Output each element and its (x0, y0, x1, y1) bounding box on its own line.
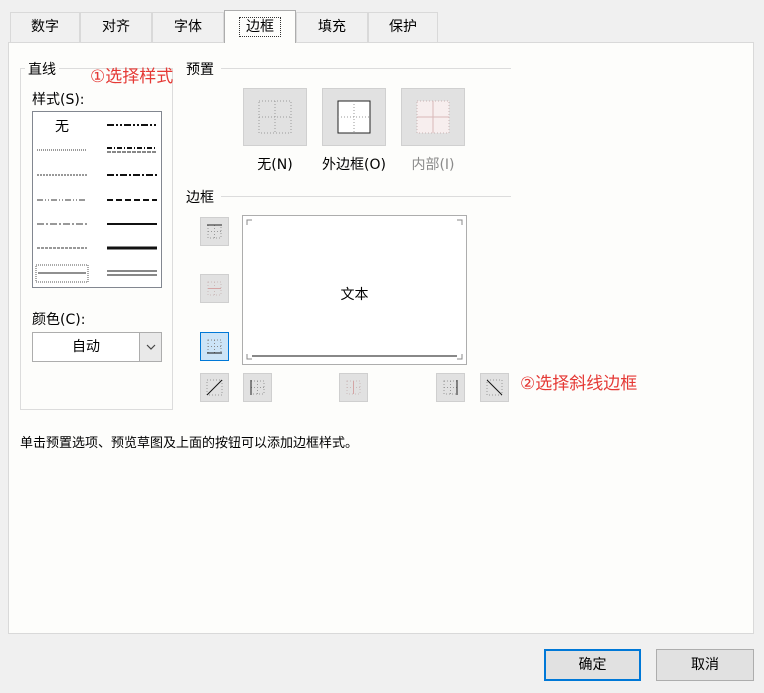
tab-border-label: 边框 (239, 17, 281, 37)
line-style-list[interactable]: 无 (32, 111, 162, 288)
annotation-select-diagonal: ②选择斜线边框 (520, 374, 638, 394)
tab-protection[interactable]: 保护 (368, 12, 438, 42)
border-inside-vertical-button (339, 373, 368, 402)
hint-text: 单击预置选项、预览草图及上面的按钮可以添加边框样式。 (20, 436, 359, 451)
chevron-down-icon[interactable] (139, 333, 161, 361)
border-diagonal-up-button[interactable] (200, 373, 229, 402)
border-left-button[interactable] (243, 373, 272, 402)
cancel-button[interactable]: 取消 (656, 649, 754, 681)
color-select[interactable]: 自动 (32, 332, 162, 362)
style-label: 样式(S): (32, 92, 85, 108)
preset-inside-button (401, 88, 465, 146)
tab-fill[interactable]: 填充 (296, 12, 368, 42)
border-bottom-button[interactable] (200, 332, 229, 361)
color-label: 颜色(C): (32, 312, 86, 328)
preview-text: 文本 (340, 287, 369, 303)
border-title: 边框 (186, 190, 214, 206)
preset-inside-label: 内部(I) (411, 157, 455, 173)
tab-font[interactable]: 字体 (152, 12, 224, 42)
border-diagonal-down-button[interactable] (480, 373, 509, 402)
preset-none-button[interactable] (243, 88, 307, 146)
tab-number[interactable]: 数字 (10, 12, 80, 42)
color-select-value: 自动 (72, 339, 100, 355)
border-top-button[interactable] (200, 217, 229, 246)
preset-outline-button[interactable] (322, 88, 386, 146)
border-separator (221, 196, 511, 197)
border-inside-horizontal-button (200, 274, 229, 303)
tab-border[interactable]: 边框 (224, 10, 296, 43)
preset-separator (221, 68, 511, 69)
preset-title: 预置 (186, 62, 214, 78)
border-preview[interactable]: 文本 (242, 215, 467, 365)
preset-outline-label: 外边框(O) (322, 157, 386, 173)
ok-button[interactable]: 确定 (544, 649, 641, 681)
border-right-button[interactable] (436, 373, 465, 402)
line-style-options[interactable] (33, 112, 161, 287)
tab-alignment[interactable]: 对齐 (80, 12, 152, 42)
preset-none-label: 无(N) (257, 157, 293, 173)
annotation-select-style: ①选择样式 (90, 67, 174, 87)
line-group-title: 直线 (25, 59, 59, 79)
